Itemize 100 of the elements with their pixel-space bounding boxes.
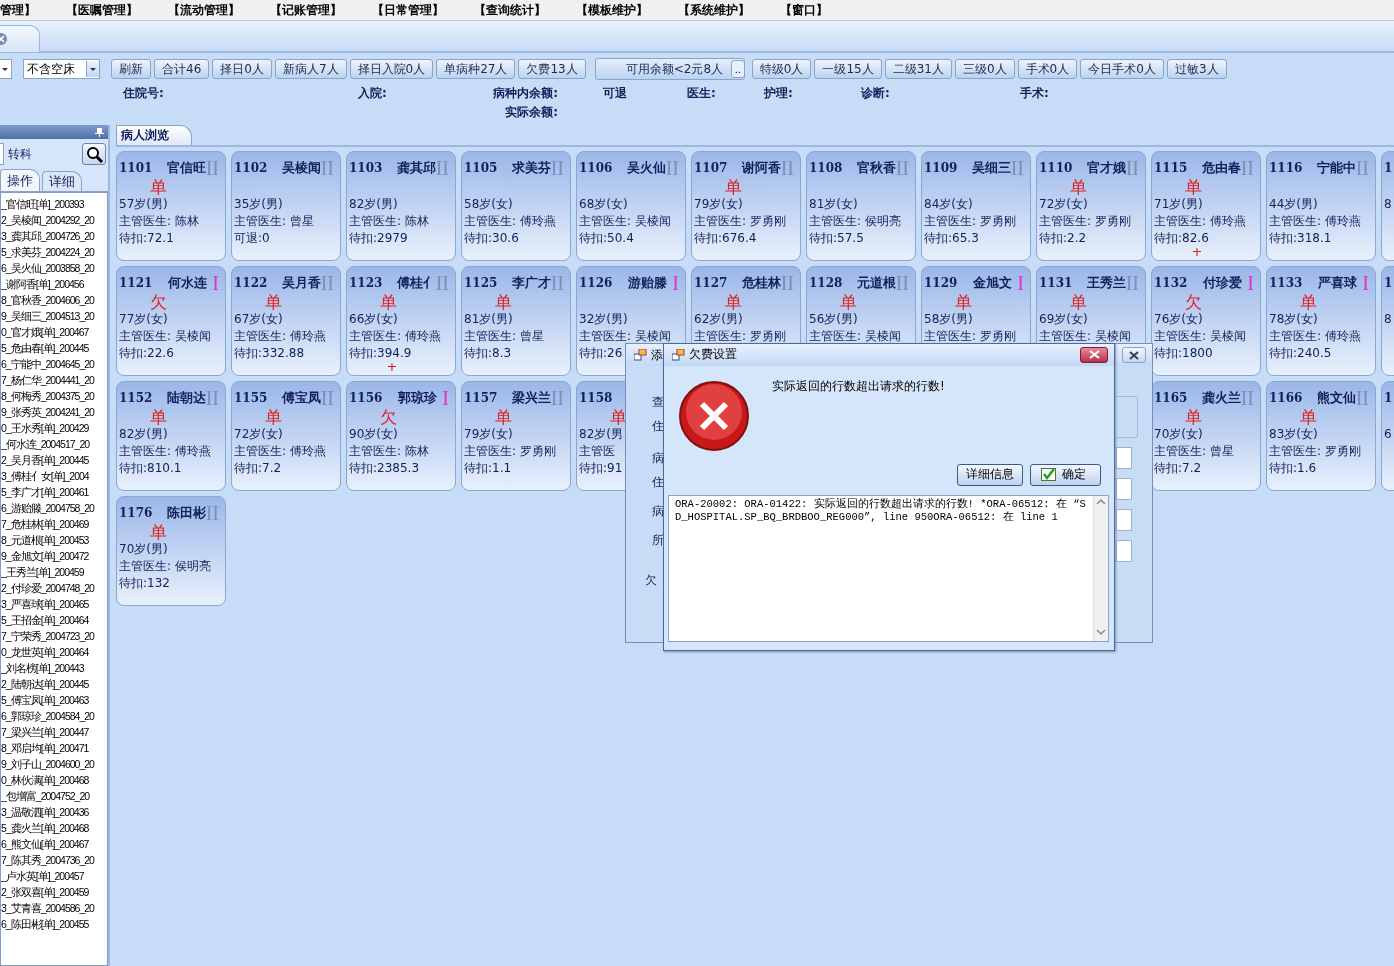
patient-item[interactable]: 6_郭琼珍_2004584_20 — [1, 708, 94, 724]
patient-item[interactable]: 9_刘子山_2004600_20 — [1, 756, 94, 772]
panel-tab[interactable]: 操作 — [0, 169, 40, 191]
patient-card[interactable]: 1157 梁兴兰II 单 79岁(女) 主管医生: 罗勇刚 待扣:1.1 — [461, 381, 571, 491]
patient-item[interactable]: 9_吴细三_2004513_20 — [1, 308, 94, 324]
filter-button[interactable]: 手术0人 — [1017, 59, 1078, 79]
input-field[interactable] — [1116, 509, 1132, 531]
filter-button[interactable]: 三级0人 — [954, 59, 1015, 79]
filter-button[interactable]: 特级0人 — [751, 59, 812, 79]
document-tab[interactable] — [0, 24, 40, 52]
filter-button[interactable]: 择日0人 — [212, 59, 272, 79]
patient-item[interactable]: 7_杨仁华_2004441_20 — [1, 372, 94, 388]
patient-card[interactable]: 1108 官秋香II 81岁(女) 主管医生: 侯明亮 待扣:57.5 — [806, 151, 916, 261]
patient-card[interactable]: 1125 李广才II 单 81岁(男) 主管医生: 曾星 待扣:8.3 — [461, 266, 571, 376]
patient-item[interactable]: 6_熊文仙[单]_200467 — [1, 836, 89, 852]
input-field[interactable] — [1116, 447, 1132, 469]
filter-button[interactable]: 新病人7人 — [274, 59, 347, 79]
patient-item[interactable]: 2_陆朝达[单]_200445 — [1, 676, 89, 692]
input-field[interactable] — [1116, 478, 1132, 500]
patient-item[interactable]: 0_龙世英[单]_200464 — [1, 644, 89, 660]
patient-card[interactable]: 1166 熊文仙II 单 83岁(女) 主管医生: 罗勇刚 待扣:1.6 — [1266, 381, 1376, 491]
text-field[interactable] — [0, 143, 4, 165]
patient-item[interactable]: 5_王招金[单]_200464 — [1, 612, 89, 628]
patient-card[interactable]: 1155 傅宝凤II 单 72岁(女) 主管医生: 傅玲燕 待扣:7.2 — [231, 381, 341, 491]
filter-button[interactable]: 过敏3人 — [1166, 59, 1227, 79]
pin-icon[interactable] — [95, 127, 104, 137]
menu-item[interactable]: 【日常管理】 — [372, 1, 444, 19]
filter-button[interactable]: 单病种27人 — [436, 59, 516, 79]
menu-item[interactable]: 管理】 — [0, 1, 36, 19]
patient-item[interactable]: 3_严喜球[单]_200465 — [1, 596, 89, 612]
patient-card[interactable]: 1121 何水连 I 欠 77岁(女) 主管医生: 吴棱闻 待扣:22.6 — [116, 266, 226, 376]
patient-card[interactable]: 1109 吴细三II 84岁(女) 主管医生: 罗勇刚 待扣:65.3 — [921, 151, 1031, 261]
panel-tab[interactable]: 详细 — [42, 171, 82, 191]
input-field[interactable] — [1116, 540, 1132, 562]
patient-item[interactable]: 3_傅桂亻女[单]_2004 — [1, 468, 89, 484]
patient-item[interactable]: _卢水英[单]_200457 — [1, 868, 84, 884]
filter-button[interactable]: 一级15人 — [814, 59, 882, 79]
patient-card[interactable]: 1133 严喜球 I 单 78岁(女) 主管医生: 傅玲燕 待扣:240.5 — [1266, 266, 1376, 376]
view-tab[interactable]: 病人浏览 — [116, 125, 192, 145]
patient-item[interactable]: 7_危桂林[单]_200469 — [1, 516, 89, 532]
patient-item[interactable]: 0_林伙满[单]_200468 — [1, 772, 89, 788]
balance-picker[interactable]: 可用余额<2元8人 .. — [594, 58, 745, 80]
patient-item[interactable]: 3_温敬泗[单]_200436 — [1, 804, 89, 820]
patient-card[interactable]: 1115 危由春II 单 71岁(男) 主管医生: 傅玲燕 待扣:82.6 + — [1151, 151, 1261, 261]
patient-item[interactable]: 8_邓启均[单]_200471 — [1, 740, 89, 756]
patient-card[interactable]: 1106 吴火仙II 68岁(女) 主管医生: 吴棱闻 待扣:50.4 — [576, 151, 686, 261]
patient-item[interactable]: 0_官才娥[单]_200467 — [1, 324, 89, 340]
patient-card[interactable]: 1110 官才娥II 单 72岁(女) 主管医生: 罗勇刚 待扣:2.2 — [1036, 151, 1146, 261]
patient-card[interactable]: 1 8 — [1381, 151, 1394, 261]
patient-card[interactable]: 1132 付珍爱 I 欠 76岁(女) 主管医生: 吴棱闻 待扣:1800 — [1151, 266, 1261, 376]
patient-item[interactable]: 6_吴火仙_2003858_20 — [1, 260, 94, 276]
filter-button[interactable]: 欠费13人 — [518, 59, 586, 79]
patient-item[interactable]: 5_龚火兰[单]_200468 — [1, 820, 89, 836]
browse-button[interactable]: .. — [730, 60, 745, 78]
filter-button[interactable]: 二级31人 — [884, 59, 952, 79]
patient-card[interactable]: 1165 龚火兰II 单 70岁(女) 主管医生: 曾星 待扣:7.2 — [1151, 381, 1261, 491]
patient-card[interactable]: 1176 陈田彬II 单 70岁(男) 主管医生: 侯明亮 待扣:132 — [116, 496, 226, 606]
menu-item[interactable]: 【模板维护】 — [576, 1, 648, 19]
patient-item[interactable]: 8_官秋香_2004606_20 — [1, 292, 94, 308]
patient-item[interactable]: 3_龚其邱_2004726_20 — [1, 228, 94, 244]
patient-item[interactable]: 0_王水秀[单]_200429 — [1, 420, 89, 436]
menu-item[interactable]: 【记账管理】 — [270, 1, 342, 19]
filter-button[interactable]: 择日入院0人 — [349, 59, 434, 79]
menu-item[interactable]: 【医嘱管理】 — [66, 1, 138, 19]
filter-button[interactable]: 合计46 — [154, 59, 210, 79]
patient-card[interactable]: 1156 郭琼珍 I 欠 90岁(女) 主管医生: 陈林 待扣:2385.3 — [346, 381, 456, 491]
patient-item[interactable]: 7_梁兴兰[单]_200447 — [1, 724, 89, 740]
patient-item[interactable]: 6_游贻滕_2004758_20 — [1, 500, 94, 516]
patient-item[interactable]: 5_傅宝凤[单]_200463 — [1, 692, 89, 708]
patient-item[interactable]: 6_宁能中_2004645_20 — [1, 356, 94, 372]
menu-item[interactable]: 【查询统计】 — [474, 1, 546, 19]
patient-card[interactable]: 1103 龚其邱II 82岁(男) 主管医生: 陈林 待扣:2979 — [346, 151, 456, 261]
patient-item[interactable]: 2_付珍爱_2004748_20 — [1, 580, 94, 596]
patient-item[interactable]: 7_宁荣秀_2004723_20 — [1, 628, 94, 644]
menu-item[interactable]: 【窗口】 — [780, 1, 828, 19]
patient-item[interactable]: _官信旺[单]_200393 — [1, 196, 84, 212]
menu-item[interactable]: 【流动管理】 — [168, 1, 240, 19]
patient-item[interactable]: 7_陈其秀_2004736_20 — [1, 852, 94, 868]
patient-card[interactable]: 1101 官信旺II 单 57岁(男) 主管医生: 陈林 待扣:72.1 — [116, 151, 226, 261]
patient-item[interactable]: 5_李广才[单]_200461 — [1, 484, 89, 500]
patient-item[interactable]: 2_吴月香[单]_200445 — [1, 452, 89, 468]
patient-item[interactable]: 9_张秀英_2004241_20 — [1, 404, 94, 420]
patient-item[interactable]: 6_陈田彬[单]_200455 — [1, 916, 89, 932]
filter-button[interactable]: 今日手术0人 — [1080, 59, 1164, 79]
patient-item[interactable]: 9_金旭文[单]_200472 — [1, 548, 89, 564]
patient-card[interactable]: 1116 宁能中II 44岁(男) 主管医生: 傅玲燕 待扣:318.1 — [1266, 151, 1376, 261]
filter-dropdown[interactable]: 不含空床 — [23, 59, 100, 79]
patient-item[interactable]: 5_求美芬_2004224_20 — [1, 244, 94, 260]
patient-item[interactable]: 8_元道根[单]_200453 — [1, 532, 89, 548]
patient-item[interactable]: 2_吴棱闻_2004292_20 — [1, 212, 94, 228]
menu-item[interactable]: 【系统维护】 — [678, 1, 750, 19]
patient-item[interactable]: _包增富_2004752_20 — [1, 788, 90, 804]
patient-card[interactable]: 1152 陆朝达II 单 82岁(男) 主管医生: 傅玲燕 待扣:810.1 — [116, 381, 226, 491]
patient-item[interactable]: _何水连_2004517_20 — [1, 436, 90, 452]
dialog-button[interactable]: 详细信息 — [957, 463, 1023, 486]
filter-button[interactable]: 刷新 — [111, 59, 151, 79]
patient-item[interactable]: _王秀兰[单]_200459 — [1, 564, 84, 580]
patient-card[interactable]: 1 6 — [1381, 381, 1394, 491]
patient-card[interactable]: 1105 求美芬II 58岁(女) 主管医生: 傅玲燕 待扣:30.6 — [461, 151, 571, 261]
close-button[interactable] — [1122, 347, 1146, 363]
